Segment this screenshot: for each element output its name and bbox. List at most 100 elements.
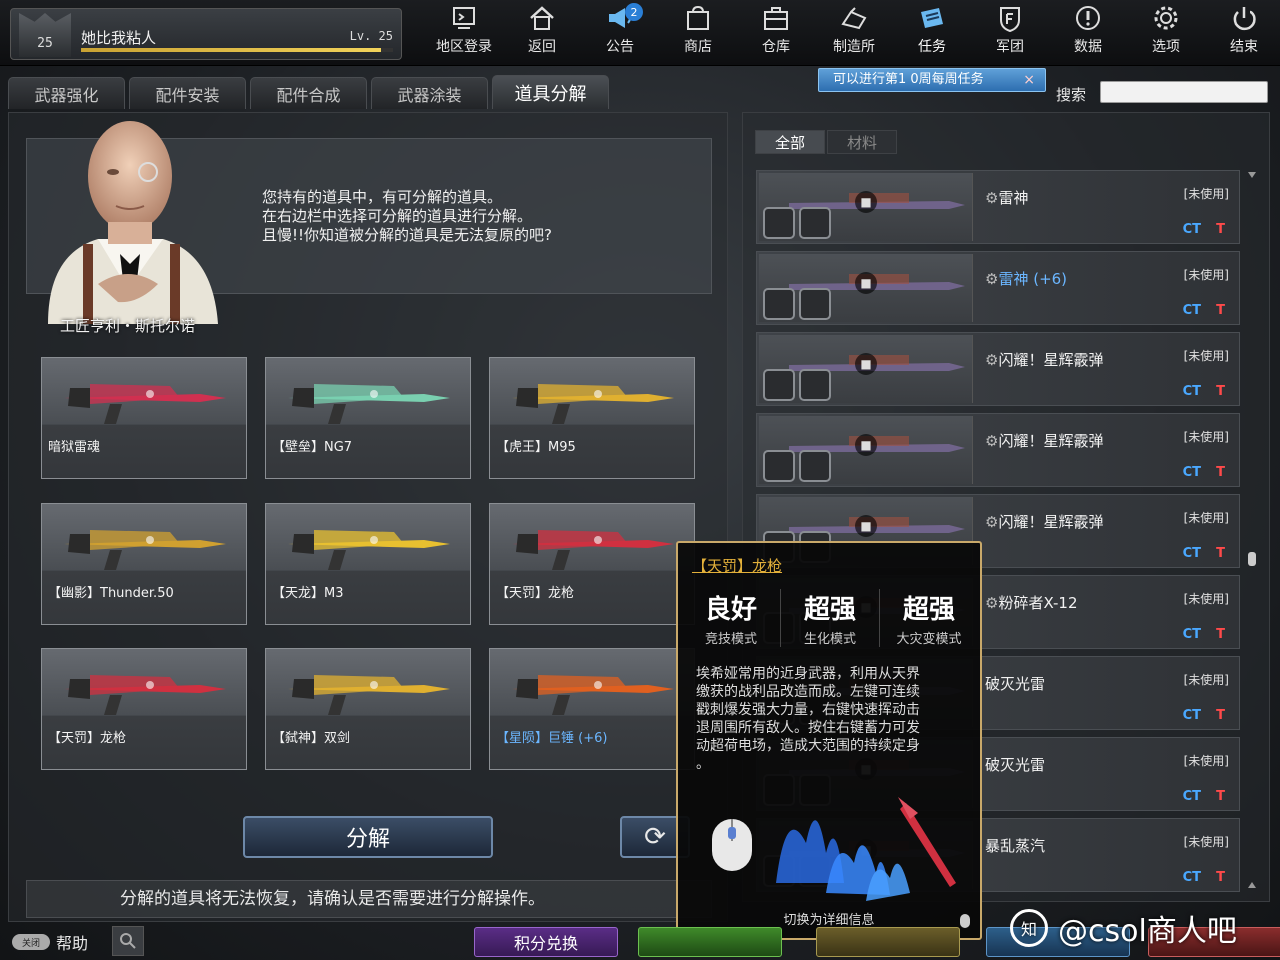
decompose-item-card[interactable]: 暗狱雷魂 [41, 357, 247, 479]
nav-power[interactable]: 结束 [1205, 0, 1280, 62]
item-name: 【天龙】M3 [272, 586, 344, 601]
item-tooltip: 【天罚】龙枪 良好 竞技模式 超强 生化模式 超强 大灾变模式 埃希娅常用的近身武器，… [676, 541, 982, 940]
item-name: 闪耀！星辉霰弹 [998, 351, 1104, 369]
nav-label: 商店 [684, 39, 712, 55]
points-exchange-button[interactable]: 积分兑换 [474, 927, 618, 957]
item-name: 闪耀！星辉霰弹 [998, 513, 1104, 531]
tooltip-title: 【天罚】龙枪 [692, 557, 783, 575]
nav-inventory[interactable]: 仓库 [737, 0, 815, 62]
list-item[interactable]: ■ ⚙雷神 [未使用] CT T [756, 170, 1240, 244]
ct-tag: CT [1182, 789, 1201, 804]
nav-shop[interactable]: 商店 [659, 0, 737, 62]
nav-label: 军团 [996, 39, 1024, 55]
sub-tabs: 武器强化 配件安装 配件合成 武器涂装 道具分解 [8, 75, 609, 109]
tab-all[interactable]: 全部 [755, 130, 825, 154]
power-icon [1233, 7, 1256, 31]
decompose-item-card[interactable]: 【弑神】双剑 [265, 648, 471, 770]
decompose-item-card[interactable]: 【天罚】龙枪 [489, 503, 695, 625]
lock-icon: ■ [855, 272, 877, 294]
tab-weapon-enhance[interactable]: 武器强化 [8, 77, 125, 109]
decompose-item-card[interactable]: 【天龙】M3 [265, 503, 471, 625]
t-tag: T [1216, 465, 1225, 480]
nav-label: 制造所 [833, 39, 875, 55]
nav-label: 地区登录 [436, 39, 492, 55]
lock-icon: ■ [855, 353, 877, 375]
top-bar: 25 她比我粘人 Lv. 25 地区登录 返回 公告 2 商店 仓库 制造所 任务 军团 数据 选项… [0, 0, 1280, 66]
tab-item-decompose[interactable]: 道具分解 [492, 75, 609, 109]
help-toggle[interactable]: 关闭 [12, 934, 50, 950]
ct-tag: CT [1182, 465, 1201, 480]
t-tag: T [1216, 789, 1225, 804]
decompose-item-card[interactable]: 【幽影】Thunder.50 [41, 503, 247, 625]
nav-info[interactable]: 数据 [1049, 0, 1127, 62]
decompose-item-card[interactable]: 【壁垒】NG7 [265, 357, 471, 479]
weapon-image [64, 675, 226, 715]
nav-clan[interactable]: 军团 [971, 0, 1049, 62]
t-tag: T [1216, 384, 1225, 399]
server-login-icon [453, 7, 475, 29]
bottom-button-3[interactable] [816, 927, 960, 957]
nav-gear[interactable]: 选项 [1127, 0, 1205, 62]
zoom-button[interactable] [112, 926, 144, 956]
nav-label: 任务 [918, 39, 946, 55]
nav-server-login[interactable]: 地区登录 [425, 0, 503, 62]
tab-materials[interactable]: 材料 [827, 130, 897, 154]
nav-megaphone[interactable]: 公告 2 [581, 0, 659, 62]
item-status: [未使用] [1183, 592, 1229, 606]
desc-line: 动超荷电场，造成大范围的持续定身 [696, 738, 920, 754]
attachment-slot [763, 450, 795, 482]
scroll-thumb[interactable] [1248, 552, 1256, 566]
list-scrollbar[interactable] [1246, 170, 1258, 890]
shop-icon [687, 5, 709, 30]
close-icon[interactable]: × [1023, 69, 1035, 91]
toggle-detail-hint: 切换为详细信息 [783, 913, 875, 928]
list-item-name: ⚙雷神 (+6) [985, 268, 1067, 289]
npc-line: 且慢!!你知道被分解的道具是无法复原的吧? [262, 226, 552, 244]
item-status: [未使用] [1183, 349, 1229, 363]
list-item[interactable]: ■ ⚙雷神 (+6) [未使用] CT T [756, 251, 1240, 325]
nav-home[interactable]: 返回 [503, 0, 581, 62]
npc-line: 您持有的道具中，有可分解的道具。 [262, 188, 503, 206]
help-label[interactable]: 帮助 [56, 930, 88, 954]
npc-dialog-text: 您持有的道具中，有可分解的道具。 在右边栏中选择可分解的道具进行分解。 且慢!!… [262, 188, 552, 245]
decompose-item-card[interactable]: 【天罚】龙枪 [41, 648, 247, 770]
decompose-button[interactable]: 分解 [243, 816, 493, 858]
nav-label: 返回 [528, 39, 556, 55]
tab-part-install[interactable]: 配件安装 [129, 77, 246, 109]
desc-line: 退周围所有敌人。按住右键蓄力可发 [696, 720, 920, 736]
list-filter-tabs: 全部 材料 [755, 130, 897, 154]
list-item[interactable]: ■ ⚙闪耀！星辉霰弹 [未使用] CT T [756, 413, 1240, 487]
t-tag: T [1216, 546, 1225, 561]
t-tag: T [1216, 708, 1225, 723]
nav-crafting[interactable]: 制造所 [815, 0, 893, 62]
gear-icon: ⚙ [985, 270, 999, 288]
weekly-mission-notice[interactable]: 可以进行第1 0周每周任务 × [818, 68, 1046, 92]
ct-tag: CT [1182, 870, 1201, 885]
item-status: [未使用] [1183, 673, 1229, 687]
notice-text: 可以进行第1 0周每周任务 [833, 72, 984, 87]
mouse-icon [960, 914, 970, 928]
warning-message: 分解的道具将无法恢复，请确认是否需要进行分解操作。 [26, 880, 712, 918]
search-input[interactable] [1100, 81, 1268, 103]
nav-label: 选项 [1152, 39, 1180, 55]
list-item-name: ⚙闪耀！星辉霰弹 [985, 511, 1103, 532]
list-item[interactable]: ■ ⚙闪耀！星辉霰弹 [未使用] CT T [756, 332, 1240, 406]
rating-mode: 竞技模式 [704, 632, 757, 647]
player-name: 她比我粘人 [81, 29, 157, 47]
weapon-image [64, 530, 226, 570]
tab-part-synthesis[interactable]: 配件合成 [250, 77, 367, 109]
decompose-item-card[interactable]: 【虎王】M95 [489, 357, 695, 479]
watermark: 知 @csol商人吧 [1010, 906, 1237, 950]
attachment-slot [763, 288, 795, 320]
rating-competitive: 良好 竞技模式 [682, 589, 781, 647]
nav-label: 仓库 [762, 39, 790, 55]
gear-icon: ⚙ [985, 189, 999, 207]
item-thumbnail: ■ [759, 416, 973, 484]
clan-icon [1000, 7, 1020, 32]
bottom-button-2[interactable] [638, 927, 782, 957]
t-tag: T [1216, 627, 1225, 642]
decompose-item-card[interactable]: 【星陨】巨锤 (+6) [489, 648, 695, 770]
nav-mission[interactable]: 任务 [893, 0, 971, 62]
lock-icon: ■ [855, 515, 877, 537]
tab-weapon-paint[interactable]: 武器涂装 [371, 77, 488, 109]
